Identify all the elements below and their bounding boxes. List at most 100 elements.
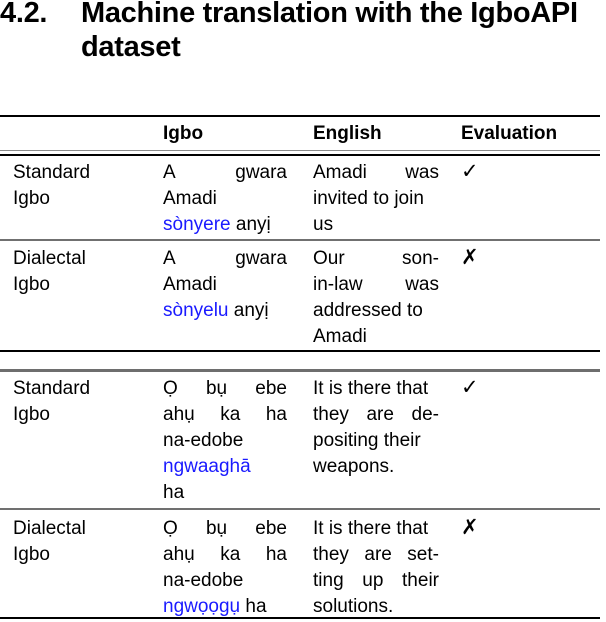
english-line: addressed to bbox=[313, 298, 439, 324]
igbo-line: Ọbụ ebe bbox=[163, 376, 287, 402]
group-end-rule bbox=[0, 350, 600, 352]
word: ebe bbox=[255, 518, 287, 539]
igbo-cell: Ọbụ ebe ahụ ka ha na-edobe ngwaaghā ha bbox=[163, 376, 287, 506]
word: Amadi bbox=[313, 326, 367, 347]
english-line: Amadi was bbox=[313, 160, 439, 186]
word: ha bbox=[265, 544, 287, 565]
variety-line: Igbo bbox=[13, 274, 50, 295]
igbo-line: ngwọọgụ ha bbox=[163, 594, 287, 620]
section-title-line-2: dataset bbox=[81, 31, 181, 63]
word: ting bbox=[313, 570, 344, 591]
word: Our bbox=[313, 248, 345, 269]
header-rule-black bbox=[0, 154, 600, 156]
section-title: Machine translation with the IgboAPI dat… bbox=[81, 0, 606, 64]
word: na-edobe bbox=[163, 430, 244, 451]
word: was bbox=[405, 274, 439, 295]
english-cell: Our son-in-law was addressed to Amadi bbox=[313, 246, 439, 350]
word: weapons. bbox=[313, 456, 395, 477]
word: It is there that bbox=[313, 378, 429, 399]
english-cell: It is there that they are set-ting up their so… bbox=[313, 516, 439, 620]
english-line: in-law was bbox=[313, 272, 439, 298]
variety-cell: Standard Igbo bbox=[13, 376, 143, 428]
group-start-rule bbox=[0, 369, 600, 372]
igbo-cell: Agwara Amadi sònyere anyị bbox=[163, 160, 287, 238]
igbo-line: na-edobe bbox=[163, 568, 287, 594]
english-line: solutions. bbox=[313, 594, 439, 620]
word: are bbox=[366, 404, 394, 425]
word: up bbox=[362, 570, 384, 591]
variety-line: Igbo bbox=[13, 544, 50, 565]
word: us bbox=[313, 214, 334, 235]
word: A bbox=[163, 162, 176, 183]
igbo-line: Ọbụ ebe bbox=[163, 516, 287, 542]
table-top-rule bbox=[0, 115, 600, 117]
highlighted-word: sònyelu bbox=[163, 300, 229, 321]
english-line: us bbox=[313, 212, 439, 238]
evaluation-cell: ✓ bbox=[461, 159, 521, 185]
igbo-line: sònyere anyị bbox=[163, 212, 287, 238]
word: set- bbox=[407, 544, 439, 565]
header-igbo: Igbo bbox=[163, 123, 204, 144]
english-line: Our son- bbox=[313, 246, 439, 272]
word: are bbox=[364, 544, 392, 565]
cross-icon: ✗ bbox=[461, 246, 479, 269]
english-line: Amadi bbox=[313, 324, 439, 350]
igbo-line: na-edobe bbox=[163, 428, 287, 454]
evaluation-cell: ✗ bbox=[461, 245, 521, 271]
word: gwara bbox=[235, 162, 287, 183]
igbo-line: Agwara bbox=[163, 160, 287, 186]
word: ha bbox=[265, 404, 287, 425]
evaluation-cell: ✗ bbox=[461, 515, 521, 541]
check-icon: ✓ bbox=[461, 160, 479, 183]
igbo-line: ha bbox=[163, 480, 287, 506]
english-line: invited to join bbox=[313, 186, 439, 212]
check-icon: ✓ bbox=[461, 376, 479, 399]
section-title-line-1: Machine translation with the IgboAPI bbox=[81, 0, 578, 29]
word: bụ bbox=[205, 518, 228, 539]
header-rule-grey bbox=[0, 150, 600, 151]
variety-line: Igbo bbox=[13, 404, 50, 425]
word: ahụ bbox=[163, 404, 195, 425]
igbo-cell: Agwara Amadi sònyelu anyị bbox=[163, 246, 287, 324]
word: son- bbox=[402, 248, 439, 269]
word: addressed to bbox=[313, 300, 423, 321]
igbo-line: sònyelu anyị bbox=[163, 298, 287, 324]
word: ebe bbox=[255, 378, 287, 399]
english-cell: It is there that they are de-positing their… bbox=[313, 376, 439, 480]
word: they bbox=[313, 544, 349, 565]
word: bụ bbox=[205, 378, 228, 399]
word: ha bbox=[163, 482, 185, 503]
english-line: It is there that bbox=[313, 376, 439, 402]
igbo-line: ahụ ka ha bbox=[163, 542, 287, 568]
variety-line: Dialectal bbox=[13, 518, 86, 539]
word: was bbox=[405, 162, 439, 183]
cross-icon: ✗ bbox=[461, 516, 479, 539]
word: It is there that bbox=[313, 518, 429, 539]
variety-line: Standard bbox=[13, 162, 91, 183]
word: ka bbox=[220, 404, 241, 425]
row-separator bbox=[0, 239, 600, 241]
english-line: they are set- bbox=[313, 542, 439, 568]
variety-line: Standard bbox=[13, 378, 91, 399]
igbo-line: Amadi bbox=[163, 272, 287, 298]
header-evaluation: Evaluation bbox=[461, 123, 558, 144]
row-separator bbox=[0, 508, 600, 510]
word: solutions. bbox=[313, 596, 394, 617]
evaluation-cell: ✓ bbox=[461, 375, 521, 401]
highlighted-word: ngwaaghā bbox=[163, 456, 251, 477]
igbo-line: Agwara bbox=[163, 246, 287, 272]
word: positing their bbox=[313, 430, 421, 451]
word: anyị bbox=[228, 300, 269, 321]
igbo-line: ahụ ka ha bbox=[163, 402, 287, 428]
variety-line: Igbo bbox=[13, 188, 50, 209]
word: Ọ bbox=[163, 378, 178, 399]
highlighted-word: ngwọọgụ bbox=[163, 596, 241, 617]
word: A bbox=[163, 248, 176, 269]
igbo-line: Amadi bbox=[163, 186, 287, 212]
english-line: ting up their bbox=[313, 568, 439, 594]
highlighted-word: sònyere bbox=[163, 214, 231, 235]
word: ahụ bbox=[163, 544, 195, 565]
word: Amadi bbox=[163, 188, 217, 209]
english-line: they are de- bbox=[313, 402, 439, 428]
igbo-line: ngwaaghā bbox=[163, 454, 287, 480]
